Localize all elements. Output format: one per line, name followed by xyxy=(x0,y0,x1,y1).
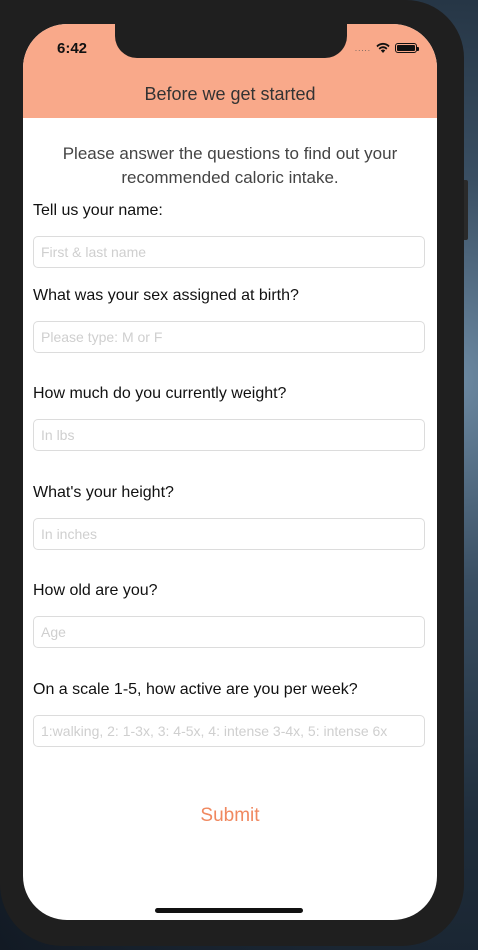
height-label: What's your height? xyxy=(33,484,174,501)
height-input[interactable] xyxy=(33,518,425,550)
home-indicator[interactable] xyxy=(155,908,303,913)
signal-icon: ..... xyxy=(354,43,371,53)
sex-label: What was your sex assigned at birth? xyxy=(33,287,299,304)
name-input[interactable] xyxy=(33,236,425,268)
phone-frame: 6:42 ..... Before we get started Please … xyxy=(0,0,468,946)
status-icons: ..... xyxy=(354,42,419,54)
submit-button[interactable]: Submit xyxy=(23,804,437,828)
battery-icon xyxy=(395,43,419,53)
intro-text: Please answer the questions to find out … xyxy=(62,144,398,187)
age-input[interactable] xyxy=(33,616,425,648)
activity-label: On a scale 1-5, how active are you per w… xyxy=(33,681,358,698)
weight-label: How much do you currently weight? xyxy=(33,385,287,402)
notch xyxy=(115,24,347,58)
app-screen: 6:42 ..... Before we get started Please … xyxy=(23,24,437,920)
age-label: How old are you? xyxy=(33,582,158,599)
side-button xyxy=(464,180,468,240)
nav-header: 6:42 ..... Before we get started xyxy=(23,24,437,118)
sex-input[interactable] xyxy=(33,321,425,353)
weight-input[interactable] xyxy=(33,419,425,451)
nav-title: Before we get started xyxy=(144,84,316,104)
wifi-icon xyxy=(376,42,390,53)
status-time: 6:42 xyxy=(57,40,88,57)
activity-input[interactable] xyxy=(33,715,425,747)
name-label: Tell us your name: xyxy=(33,202,163,219)
